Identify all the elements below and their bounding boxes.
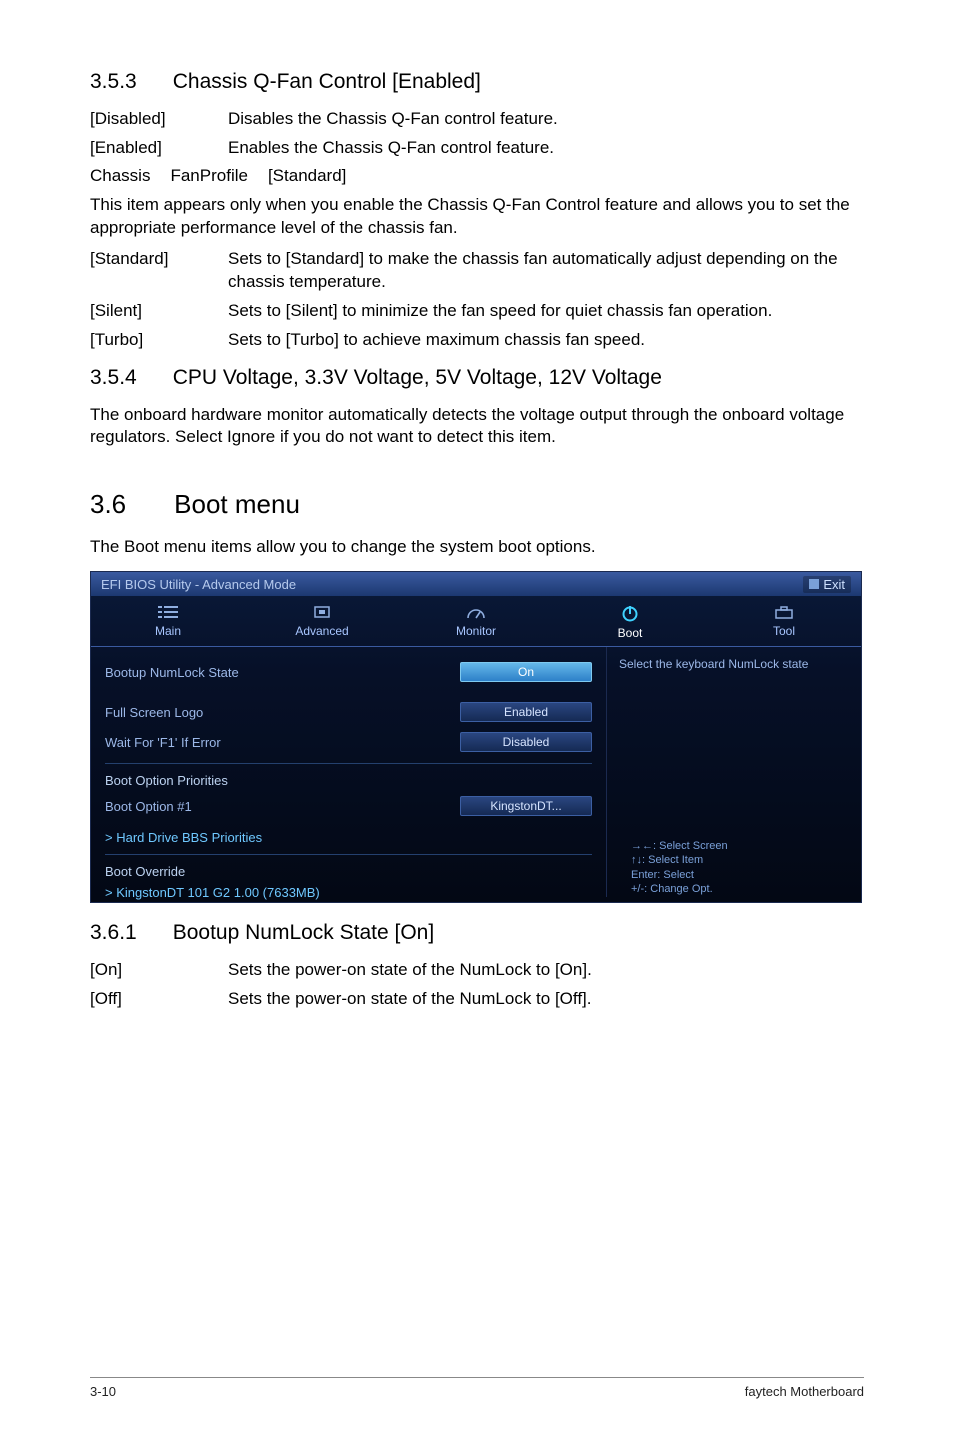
heading-361: 3.6.1 Bootup NumLock State [On]: [90, 921, 864, 945]
bios-item-logo[interactable]: Full Screen Logo Enabled: [105, 697, 592, 727]
heading-36-num: 3.6: [90, 489, 126, 520]
qfan-disabled-label: [Disabled]: [90, 108, 200, 131]
bios-override-header: Boot Override: [105, 861, 592, 882]
numlock-off-label: [Off]: [90, 988, 200, 1011]
numlock-off-value: Sets the power-on state of the NumLock t…: [228, 988, 864, 1011]
qfan-row-disabled: [Disabled] Disables the Chassis Q-Fan co…: [90, 108, 864, 131]
bios-exit-label: Exit: [823, 577, 845, 592]
fanprofile-row-silent: [Silent] Sets to [Silent] to minimize th…: [90, 300, 864, 323]
bios-tab-main[interactable]: Main: [91, 596, 245, 646]
numlock-on-label: [On]: [90, 959, 200, 982]
fanprofile-turbo-label: [Turbo]: [90, 329, 200, 352]
bios-legend-2: ↑↓: Select Item: [631, 853, 851, 867]
chip-icon: [312, 604, 332, 620]
heading-353: 3.5.3 Chassis Q-Fan Control [Enabled]: [90, 70, 864, 94]
voltage-text: The onboard hardware monitor automatical…: [90, 404, 864, 450]
bios-topbar: EFI BIOS Utility - Advanced Mode Exit: [91, 572, 861, 596]
bios-waitf1-value[interactable]: Disabled: [460, 732, 592, 752]
bios-tab-advanced-label: Advanced: [295, 624, 348, 638]
bios-opt1-value[interactable]: KingstonDT...: [460, 796, 592, 816]
bios-exit-button[interactable]: Exit: [803, 576, 851, 593]
heading-354: 3.5.4 CPU Voltage, 3.3V Voltage, 5V Volt…: [90, 366, 864, 390]
page-footer: 3-10 faytech Motherboard: [90, 1377, 864, 1399]
qfan-enabled-value: Enables the Chassis Q-Fan control featur…: [228, 137, 864, 160]
fanprofile-row-standard: [Standard] Sets to [Standard] to make th…: [90, 248, 864, 294]
chassis-fanprofile-line: Chassis FanProfile [Standard]: [90, 166, 864, 186]
fanprofile-intro: This item appears only when you enable t…: [90, 194, 864, 240]
toolbox-icon: [774, 604, 794, 620]
heading-36-title: Boot menu: [174, 489, 300, 520]
heading-353-title: Chassis Q-Fan Control [Enabled]: [173, 70, 481, 94]
bios-help-text: Select the keyboard NumLock state: [619, 657, 849, 671]
list-icon: [158, 604, 178, 620]
bios-tab-monitor-label: Monitor: [456, 624, 496, 638]
bios-tab-main-label: Main: [155, 624, 181, 638]
bios-item-waitf1[interactable]: Wait For 'F1' If Error Disabled: [105, 727, 592, 757]
fanprofile-standard-value: Sets to [Standard] to make the chassis f…: [228, 248, 864, 294]
bios-legend-4: +/-: Change Opt.: [631, 882, 851, 896]
numlock-row-off: [Off] Sets the power-on state of the Num…: [90, 988, 864, 1011]
bios-opt1-label: Boot Option #1: [105, 799, 460, 814]
bios-logo-value[interactable]: Enabled: [460, 702, 592, 722]
heading-354-title: CPU Voltage, 3.3V Voltage, 5V Voltage, 1…: [173, 366, 662, 390]
fanprofile-turbo-value: Sets to [Turbo] to achieve maximum chass…: [228, 329, 864, 352]
qfan-disabled-value: Disables the Chassis Q-Fan control featu…: [228, 108, 864, 131]
fanprofile-row-turbo: [Turbo] Sets to [Turbo] to achieve maxim…: [90, 329, 864, 352]
bios-numlock-label: Bootup NumLock State: [105, 665, 460, 680]
heading-361-title: Bootup NumLock State [On]: [173, 921, 434, 945]
bios-tab-monitor[interactable]: Monitor: [399, 596, 553, 646]
bios-waitf1-label: Wait For 'F1' If Error: [105, 735, 460, 750]
numlock-on-value: Sets the power-on state of the NumLock t…: [228, 959, 864, 982]
qfan-row-enabled: [Enabled] Enables the Chassis Q-Fan cont…: [90, 137, 864, 160]
fanprofile-c: [Standard]: [268, 166, 346, 186]
bios-tab-advanced[interactable]: Advanced: [245, 596, 399, 646]
bios-screenshot: EFI BIOS Utility - Advanced Mode Exit Ma…: [90, 571, 862, 903]
heading-353-num: 3.5.3: [90, 70, 137, 94]
bios-tab-tool-label: Tool: [773, 624, 795, 638]
qfan-enabled-label: [Enabled]: [90, 137, 200, 160]
fanprofile-silent-value: Sets to [Silent] to minimize the fan spe…: [228, 300, 864, 323]
footer-brand: faytech Motherboard: [745, 1384, 864, 1399]
bios-numlock-value[interactable]: On: [460, 662, 592, 682]
fanprofile-silent-label: [Silent]: [90, 300, 200, 323]
footer-page: 3-10: [90, 1384, 116, 1399]
bios-logo-label: Full Screen Logo: [105, 705, 460, 720]
gauge-icon: [466, 604, 486, 620]
bios-item-numlock[interactable]: Bootup NumLock State On: [105, 657, 592, 687]
power-icon: [620, 604, 640, 622]
bios-legend-3: Enter: Select: [631, 868, 851, 882]
bios-tab-tool[interactable]: Tool: [707, 596, 861, 646]
numlock-row-on: [On] Sets the power-on state of the NumL…: [90, 959, 864, 982]
heading-36: 3.6 Boot menu: [90, 489, 864, 520]
bios-tab-boot[interactable]: Boot: [553, 596, 707, 646]
bios-left-panel: Bootup NumLock State On Full Screen Logo…: [91, 647, 606, 897]
fanprofile-b: FanProfile: [170, 166, 247, 186]
bios-priorities-header: Boot Option Priorities: [105, 770, 592, 791]
heading-354-num: 3.5.4: [90, 366, 137, 390]
bios-tab-boot-label: Boot: [618, 626, 643, 640]
bios-hdbbs[interactable]: > Hard Drive BBS Priorities: [105, 827, 592, 848]
exit-icon: [809, 579, 819, 589]
fanprofile-standard-label: [Standard]: [90, 248, 200, 294]
bios-legend: →←: Select Screen ↑↓: Select Item Enter:…: [631, 839, 851, 896]
bios-override-1[interactable]: > KingstonDT 101 G2 1.00 (7633MB): [105, 882, 592, 903]
bios-legend-1: →←: Select Screen: [631, 839, 851, 853]
bios-item-opt1[interactable]: Boot Option #1 KingstonDT...: [105, 791, 592, 821]
fanprofile-a: Chassis: [90, 166, 150, 186]
bios-tabs: Main Advanced Monitor Boot Tool: [91, 596, 861, 647]
bios-title: EFI BIOS Utility - Advanced Mode: [101, 577, 803, 592]
heading-361-num: 3.6.1: [90, 921, 137, 945]
boot-intro: The Boot menu items allow you to change …: [90, 536, 864, 559]
